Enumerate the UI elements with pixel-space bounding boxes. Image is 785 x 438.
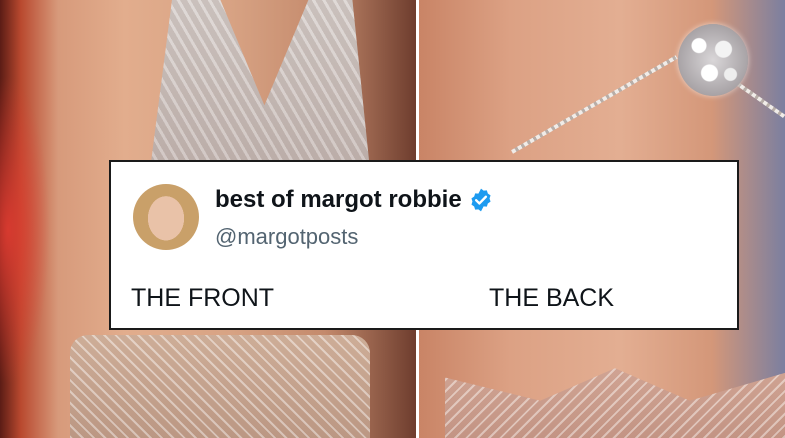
front-skirt-embellishment	[70, 335, 370, 438]
tweet-card[interactable]: best of margot robbie @margotposts THE F…	[109, 160, 739, 330]
user-handle[interactable]: @margotposts	[215, 224, 358, 250]
tweet-text-front: THE FRONT	[131, 284, 275, 312]
verified-badge-icon	[468, 187, 494, 213]
back-gem-cluster	[678, 24, 748, 96]
front-bodice-embellishment	[150, 0, 370, 170]
tweet-text-back: THE BACK	[489, 284, 615, 312]
avatar[interactable]	[133, 184, 199, 250]
tweet-author-row: best of margot robbie	[215, 186, 494, 214]
meme-image: best of margot robbie @margotposts THE F…	[0, 0, 785, 438]
display-name[interactable]: best of margot robbie	[215, 186, 462, 214]
